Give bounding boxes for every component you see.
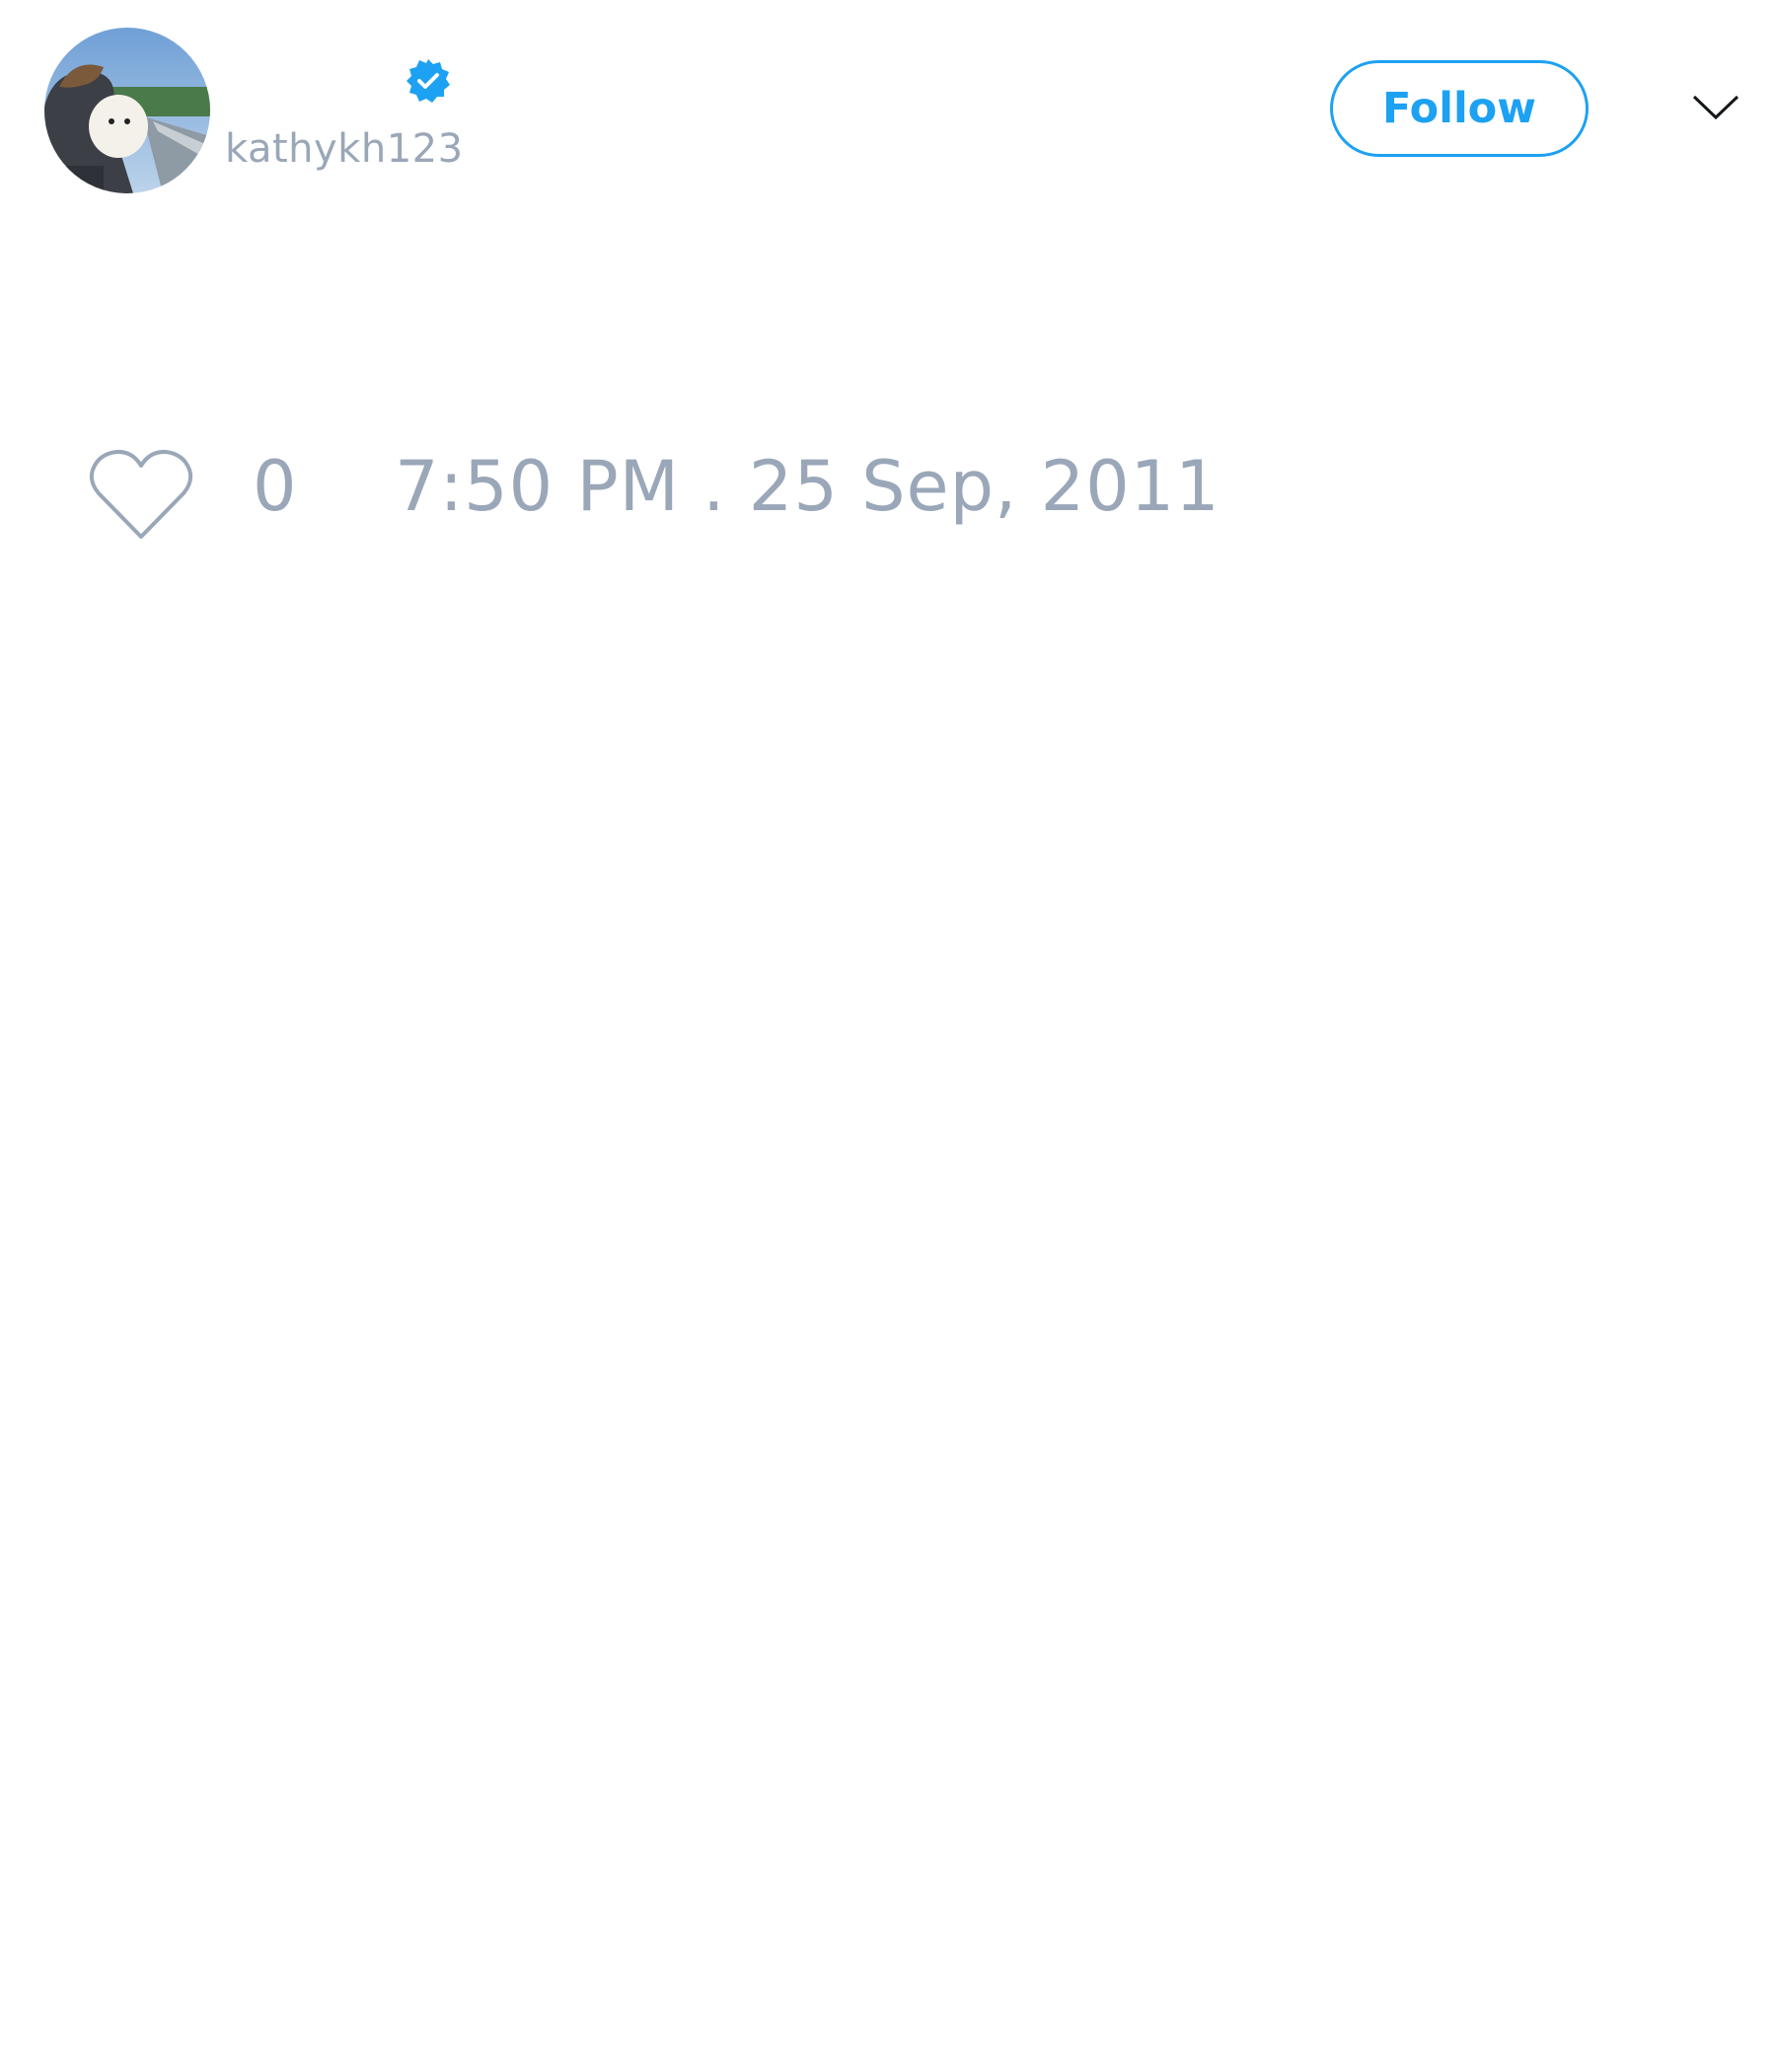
tweet-timestamp[interactable]: 7:50 PM . 25 Sep, 2011 — [395, 452, 1221, 521]
chevron-down-icon[interactable] — [1691, 93, 1740, 122]
name-row — [225, 49, 403, 109]
avatar-photo — [44, 28, 210, 193]
verified-badge-icon — [407, 59, 450, 103]
like-count: 0 — [253, 446, 297, 527]
follow-button[interactable]: Follow — [1330, 60, 1589, 157]
user-handle[interactable]: kathykh123 — [225, 126, 464, 172]
tweet-card: kathykh123 Follow 0 7:50 PM . 25 Sep, 20… — [0, 0, 1776, 2072]
avatar[interactable] — [44, 28, 210, 193]
heart-icon[interactable] — [89, 448, 193, 543]
